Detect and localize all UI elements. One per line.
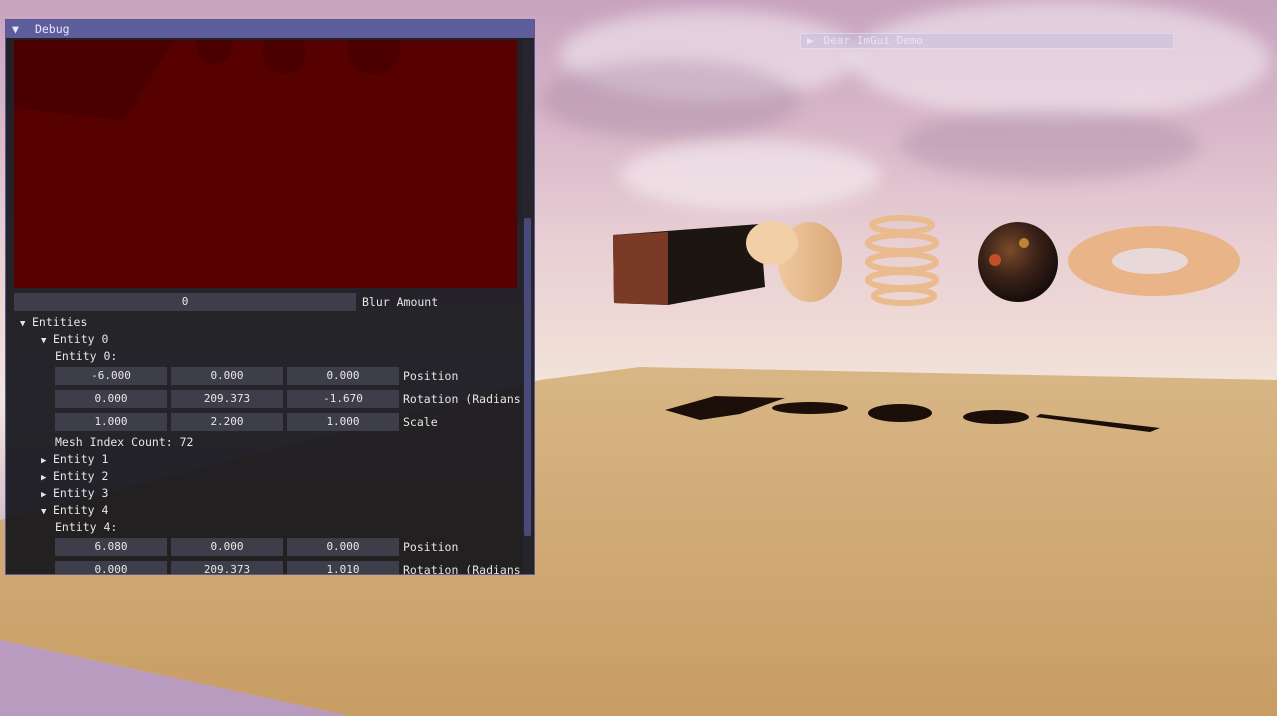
entity-0-position-label: Position [403, 369, 459, 383]
tree-open-arrow-icon[interactable]: ▼ [41, 332, 53, 350]
debug-scrollbar-thumb[interactable] [524, 218, 531, 536]
entity-0-position-z[interactable]: 0.000 [287, 367, 399, 385]
entity-0-scale-z[interactable]: 1.000 [287, 413, 399, 431]
blur-amount-label: Blur Amount [362, 295, 439, 309]
entity-4-subtitle: Entity 4: [55, 520, 118, 534]
entity-0-rotation-x[interactable]: 0.000 [55, 390, 167, 408]
debug-window-content: 0 Blur Amount ▼ Entities ▼ Entity 0 Entity… [6, 20, 522, 574]
entity-0-scale-y[interactable]: 2.200 [171, 413, 283, 431]
entity-0-rotation-y[interactable]: 209.373 [171, 390, 283, 408]
preview-image [14, 40, 517, 288]
entity-4-rotation-x[interactable]: 0.000 [55, 561, 167, 574]
demo-window-title: Dear ImGui Demo [823, 34, 923, 47]
entity-4-position-x[interactable]: 6.080 [55, 538, 167, 556]
render-target-preview [14, 40, 517, 288]
tree-open-arrow-icon[interactable]: ▼ [41, 503, 53, 521]
expand-arrow-icon[interactable]: ▶ [807, 34, 817, 48]
debug-window[interactable]: ▼ Debug 0 Blur Amount ▼ Entities ▼ Entity … [5, 19, 535, 575]
entity-0-mesh-info: Mesh Index Count: 72 [55, 435, 194, 449]
entity-4-rotation-y[interactable]: 209.373 [171, 561, 283, 574]
entity-0-rotation-label: Rotation (Radians [403, 392, 521, 406]
entity-0-scale-label: Scale [403, 415, 438, 429]
entity-0-rotation-z[interactable]: -1.670 [287, 390, 399, 408]
entity-4-position-y[interactable]: 0.000 [171, 538, 283, 556]
entity-0-position-x[interactable]: -6.000 [55, 367, 167, 385]
entity-0-subtitle: Entity 0: [55, 349, 118, 363]
tree-open-arrow-icon[interactable]: ▼ [20, 315, 32, 333]
entity-0-scale-x[interactable]: 1.000 [55, 413, 167, 431]
entity-0-position-y[interactable]: 0.000 [171, 367, 283, 385]
blur-amount-slider[interactable]: 0 [14, 293, 356, 311]
imgui-demo-window-collapsed[interactable]: ▶ Dear ImGui Demo [800, 33, 1174, 49]
debug-scrollbar[interactable] [523, 40, 533, 574]
entity-4-position-label: Position [403, 540, 459, 554]
entity-4-position-z[interactable]: 0.000 [287, 538, 399, 556]
entity-4-rotation-z[interactable]: 1.010 [287, 561, 399, 574]
entity-4-rotation-label: Rotation (Radians [403, 563, 521, 574]
